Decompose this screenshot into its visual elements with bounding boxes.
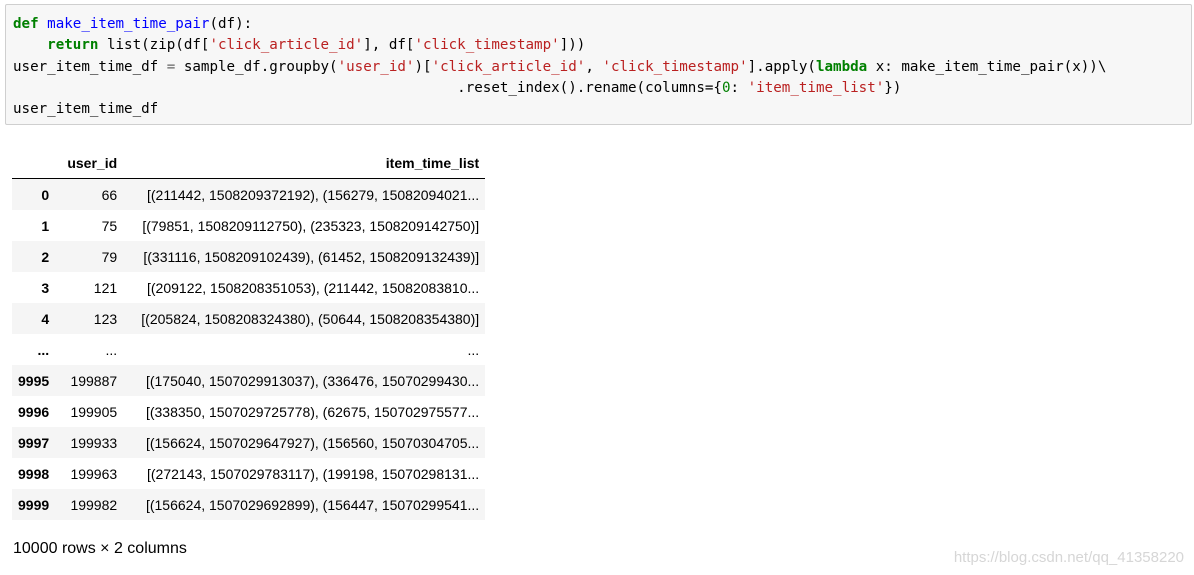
code-text: (df): [209, 16, 253, 32]
code-text: }) [884, 79, 902, 96]
cell-item-time-list: [(156624, 1507029692899), (156447, 15070… [145, 496, 480, 513]
keyword-def: def [13, 16, 39, 32]
row-index: ... [37, 341, 50, 358]
column-header-user-id: user_id [55, 148, 124, 179]
code-line-2: return list(zip(df['click_article_id'], … [13, 37, 585, 53]
code-number: 0 [721, 79, 731, 96]
dataframe-output-table: user_id item_time_list 0 66 [(211442, 15… [12, 148, 486, 520]
cell-user-id: 79 [101, 248, 118, 265]
code-line-4: .reset_index().rename(columns={0: 'item_… [13, 80, 901, 96]
row-index: 2 [41, 248, 50, 265]
cell-user-id: 121 [93, 279, 118, 296]
table-row: 9999 199982 [(156624, 1507029692899), (1… [12, 489, 486, 520]
watermark-text: https://blog.csdn.net/qq_41358220 [953, 549, 1184, 566]
row-index: 9996 [18, 403, 50, 420]
cell-user-id: 199982 [70, 496, 118, 513]
code-text: user_item_time_df [13, 58, 167, 75]
dataframe-shape-summary: 10000 rows × 2 columns [13, 540, 187, 557]
code-text: , [585, 58, 603, 75]
cell-item-time-list: [(205824, 1508208324380), (50644, 150820… [141, 310, 480, 327]
code-text: x: make_item_time_pair(x))\ [867, 58, 1107, 75]
cell-user-id: 199905 [70, 403, 118, 420]
cell-item-time-list: [(338350, 1507029725778), (62675, 150702… [145, 403, 480, 420]
table-row-ellipsis: ... ... ... [12, 334, 486, 365]
cell-item-time-list: ... [467, 341, 480, 358]
code-string: 'click_article_id' [431, 58, 586, 75]
row-index: 9998 [18, 465, 50, 482]
code-string: 'click_article_id' [209, 37, 364, 54]
cell-user-id: ... [105, 341, 118, 358]
code-text: ].apply( [747, 58, 816, 75]
function-name: make_item_time_pair [47, 16, 210, 32]
keyword-lambda: lambda [815, 58, 868, 75]
table-row: 3 121 [(209122, 1508208351053), (211442,… [12, 272, 486, 303]
cell-user-id: 66 [101, 186, 118, 203]
cell-user-id: 199887 [70, 372, 118, 389]
cell-item-time-list: [(272143, 1507029783117), (199198, 15070… [147, 465, 480, 482]
table-row: 0 66 [(211442, 1508209372192), (156279, … [12, 178, 486, 210]
cell-item-time-list: [(175040, 1507029913037), (336476, 15070… [145, 372, 480, 389]
table-body: 0 66 [(211442, 1508209372192), (156279, … [12, 178, 486, 520]
row-index: 3 [41, 279, 50, 296]
row-index: 1 [41, 217, 50, 234]
table-row: 9996 199905 [(338350, 1507029725778), (6… [12, 396, 486, 427]
code-line-5: user_item_time_df [13, 101, 159, 118]
cell-user-id: 75 [101, 217, 118, 234]
cell-item-time-list: [(331116, 1508209102439), (61452, 150820… [143, 248, 480, 265]
code-text: : [730, 79, 748, 96]
code-string: 'user_id' [337, 58, 415, 75]
code-string: 'item_time_list' [747, 79, 885, 96]
cell-item-time-list: [(211442, 1508209372192), (156279, 15082… [147, 186, 480, 203]
code-text: )[ [414, 58, 432, 75]
row-index: 0 [41, 186, 50, 203]
cell-item-time-list: [(156624, 1507029647927), (156560, 15070… [145, 434, 480, 451]
table-row: 9995 199887 [(175040, 1507029913037), (3… [12, 365, 486, 396]
cell-user-id: 199963 [70, 465, 118, 482]
table-header: user_id item_time_list [12, 148, 486, 179]
column-header-item-time-list: item_time_list [123, 148, 486, 179]
table-row: 9998 199963 [(272143, 1507029783117), (1… [12, 458, 486, 489]
code-text: list(zip(df[ [98, 37, 210, 54]
table-row: 9997 199933 [(156624, 1507029647927), (1… [12, 427, 486, 458]
table-row: 4 123 [(205824, 1508208324380), (50644, … [12, 303, 486, 334]
table-row: 1 75 [(79851, 1508209112750), (235323, 1… [12, 210, 486, 241]
code-line-3: user_item_time_df = sample_df.groupby('u… [13, 59, 1106, 75]
keyword-return: return [47, 37, 99, 54]
code-line-1: def make_item_time_pair(df): [13, 16, 252, 32]
code-operator: = [166, 58, 176, 75]
cell-item-time-list: [(79851, 1508209112750), (235323, 150820… [142, 217, 480, 234]
index-column-header [12, 148, 56, 179]
table-row: 2 79 [(331116, 1508209102439), (61452, 1… [12, 241, 486, 272]
code-string: 'click_timestamp' [414, 37, 560, 54]
row-index: 9995 [18, 372, 50, 389]
cell-user-id: 123 [93, 310, 118, 327]
code-string: 'click_timestamp' [602, 58, 748, 75]
code-text: sample_df.groupby( [175, 58, 338, 75]
row-index: 4 [41, 310, 50, 327]
cell-item-time-list: [(209122, 1508208351053), (211442, 15082… [147, 279, 480, 296]
code-editor[interactable]: def make_item_time_pair(df): return list… [13, 14, 1106, 120]
code-text: ])) [559, 37, 586, 54]
code-text: ], df[ [363, 37, 415, 54]
code-text: .reset_index().rename(columns={ [457, 79, 722, 96]
row-index: 9999 [18, 496, 50, 513]
cell-user-id: 199933 [70, 434, 118, 451]
code-input-cell[interactable]: def make_item_time_pair(df): return list… [5, 4, 1192, 125]
table-header-row: user_id item_time_list [12, 148, 486, 179]
row-index: 9997 [18, 434, 50, 451]
